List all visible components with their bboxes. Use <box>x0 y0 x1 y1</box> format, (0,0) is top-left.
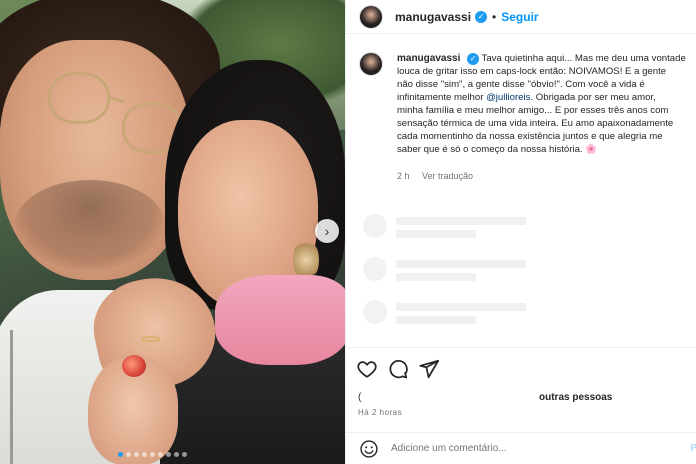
caption-meta: 2 h Ver tradução <box>397 171 483 181</box>
skeleton-line <box>396 303 526 311</box>
comment-bar: Pu <box>346 432 696 464</box>
chevron-right-icon: › <box>324 223 330 239</box>
post-header: manugavassi ✓ • Seguir <box>346 0 696 34</box>
verified-badge-icon: ✓ <box>475 10 488 23</box>
follow-button[interactable]: Seguir <box>501 10 538 24</box>
carousel-dot <box>150 452 155 457</box>
comment-input[interactable] <box>391 443 671 454</box>
likes-prefix: ( <box>358 392 362 403</box>
photo-engagement-ring <box>122 355 146 377</box>
carousel-dots <box>118 452 187 457</box>
carousel-dot <box>166 452 171 457</box>
publish-button[interactable]: Pu <box>690 443 696 454</box>
caption-text: . Obrigada por ser meu amor, <box>530 92 656 103</box>
carousel-dot <box>158 452 163 457</box>
skeleton-avatar <box>363 300 387 324</box>
skeleton-line <box>396 316 476 324</box>
caption-line: não disse "sim", a gente disse "óbvio!".… <box>397 79 645 90</box>
skeleton-avatar <box>363 257 387 281</box>
skeleton-avatar <box>363 214 387 238</box>
caption-line: manugavassi ✓ Tava quietinha aqui... Mas… <box>397 52 696 65</box>
caption-line: minha família e meu melhor amigo... E po… <box>397 105 669 116</box>
post-caption: manugavassi ✓ Tava quietinha aqui... Mas… <box>359 52 696 156</box>
carousel-dot <box>126 452 131 457</box>
caption-text: Tava quietinha aqui... Mas me deu uma vo… <box>481 53 686 64</box>
photo-man-beard <box>15 180 165 270</box>
mention-link[interactable]: @jullioreis <box>486 92 530 103</box>
skeleton-line <box>396 217 526 225</box>
translate-link[interactable]: Ver tradução <box>422 171 473 181</box>
username[interactable]: manugavassi <box>395 10 471 24</box>
carousel-dot <box>118 452 123 457</box>
skeleton-line <box>396 230 476 238</box>
comment-icon[interactable] <box>387 358 409 380</box>
photo-shirt-zipper <box>10 330 13 464</box>
carousel-dot <box>174 452 179 457</box>
avatar[interactable] <box>359 4 383 29</box>
caption-avatar[interactable] <box>359 52 383 76</box>
post-photo[interactable]: › <box>0 0 345 464</box>
carousel-dot <box>182 452 187 457</box>
caption-line: saber que é só o começo da nossa históri… <box>397 144 598 155</box>
carousel-dot <box>134 452 139 457</box>
caption-line: cada momentinho da nossa existência junt… <box>397 131 663 142</box>
caption-text: infinitamente melhor <box>397 92 487 103</box>
post-actions <box>346 347 696 387</box>
heart-icon[interactable] <box>356 358 378 380</box>
post-side-panel: manugavassi ✓ • Seguir manugavassi ✓ Tav… <box>345 0 696 464</box>
emoji-icon[interactable] <box>359 439 379 459</box>
caption-line: infinitamente melhor @jullioreis. Obriga… <box>397 91 696 104</box>
photo-ring-band <box>142 336 160 342</box>
separator-dot: • <box>492 9 497 24</box>
caption-line: louca de gritar isso em caps-lock então:… <box>397 66 667 77</box>
verified-badge-icon: ✓ <box>467 52 480 65</box>
caption-line: sensação térmica de uma vida inteira. Eu… <box>397 118 674 129</box>
posted-time: Há 2 horas <box>358 408 403 417</box>
skeleton-line <box>396 273 476 281</box>
carousel-dot <box>142 452 147 457</box>
time-ago: 2 h <box>397 171 410 181</box>
photo-glasses-left-lens <box>48 72 110 124</box>
skeleton-line <box>396 260 526 268</box>
caption-username[interactable]: manugavassi <box>397 53 460 64</box>
likes-others-link[interactable]: outras pessoas <box>539 392 612 403</box>
photo-pink-scarf <box>215 275 345 365</box>
share-icon[interactable] <box>418 358 440 380</box>
carousel-next-button[interactable]: › <box>315 219 339 243</box>
